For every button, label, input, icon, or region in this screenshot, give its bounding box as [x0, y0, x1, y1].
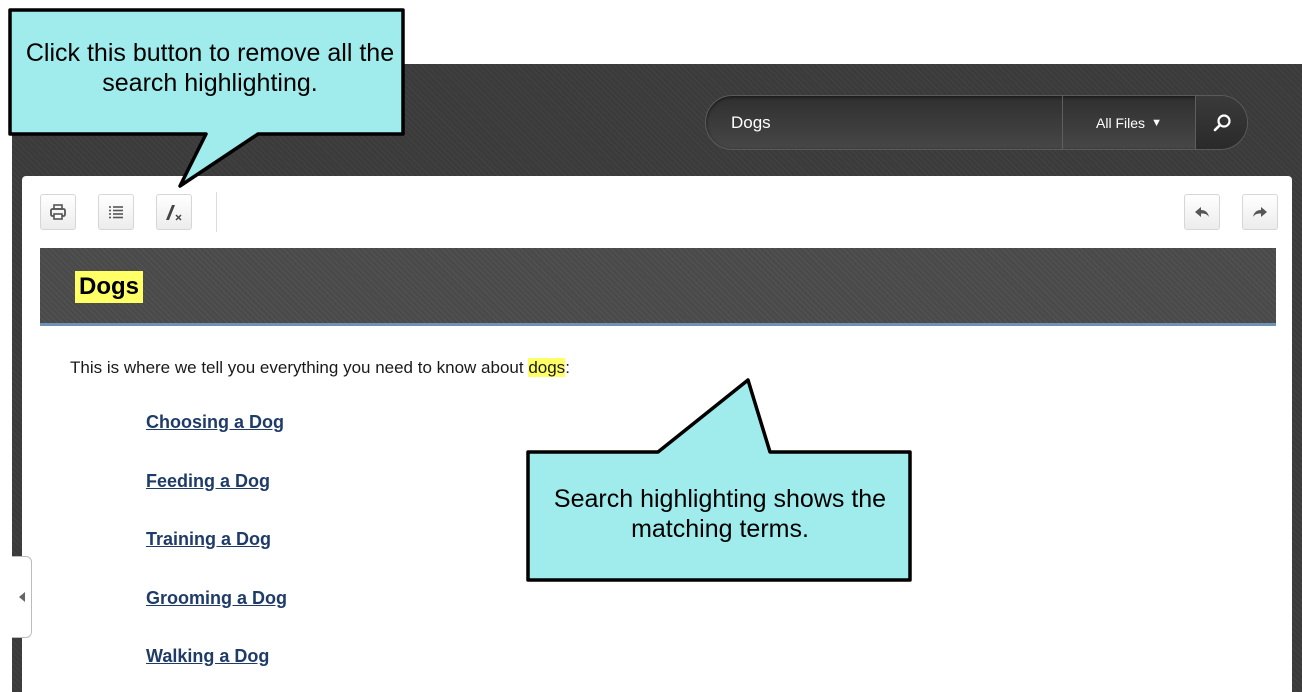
callout-shapes	[8, 8, 912, 582]
callout-top-bubble	[8, 8, 405, 188]
callout-top-text: Click this button to remove all the sear…	[25, 39, 395, 97]
callout-middle-text: Search highlighting shows the matching t…	[553, 485, 887, 543]
callout-middle-bubble	[526, 378, 912, 582]
